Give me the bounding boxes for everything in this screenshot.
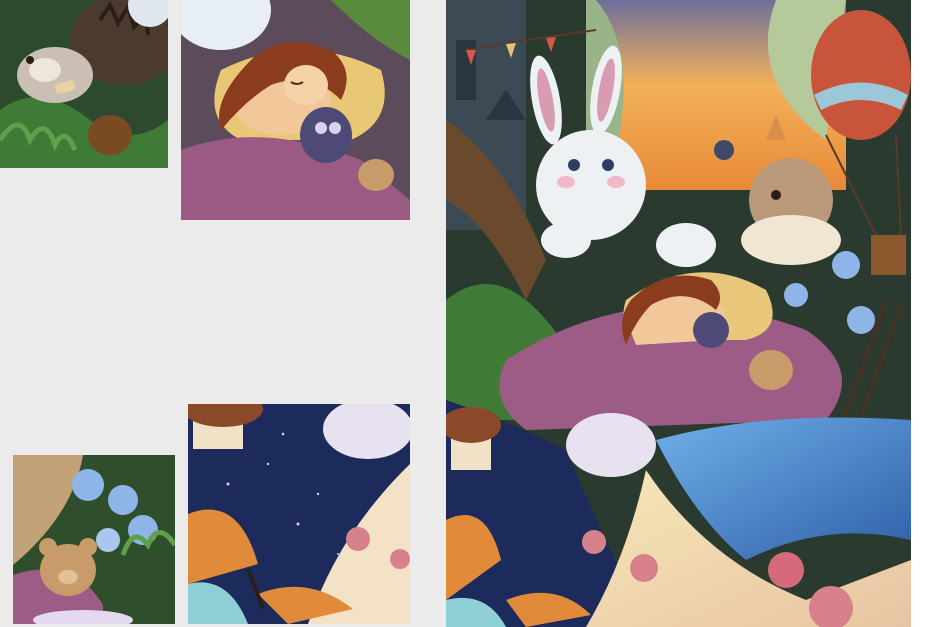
hedgehog-painting	[0, 0, 168, 168]
detail-sleeping-girl-image	[181, 0, 410, 220]
teddy-bear-painting	[13, 455, 175, 624]
main-painting-image	[446, 0, 911, 627]
detail-teddy-bear-image	[13, 455, 175, 624]
right-margin	[911, 0, 947, 627]
detail-butterfly-image	[188, 404, 410, 624]
fairytale-painting	[446, 0, 911, 627]
sleeping-girl-painting	[181, 0, 410, 220]
detail-hedgehog-image	[0, 0, 168, 168]
butterfly-painting	[188, 404, 410, 624]
